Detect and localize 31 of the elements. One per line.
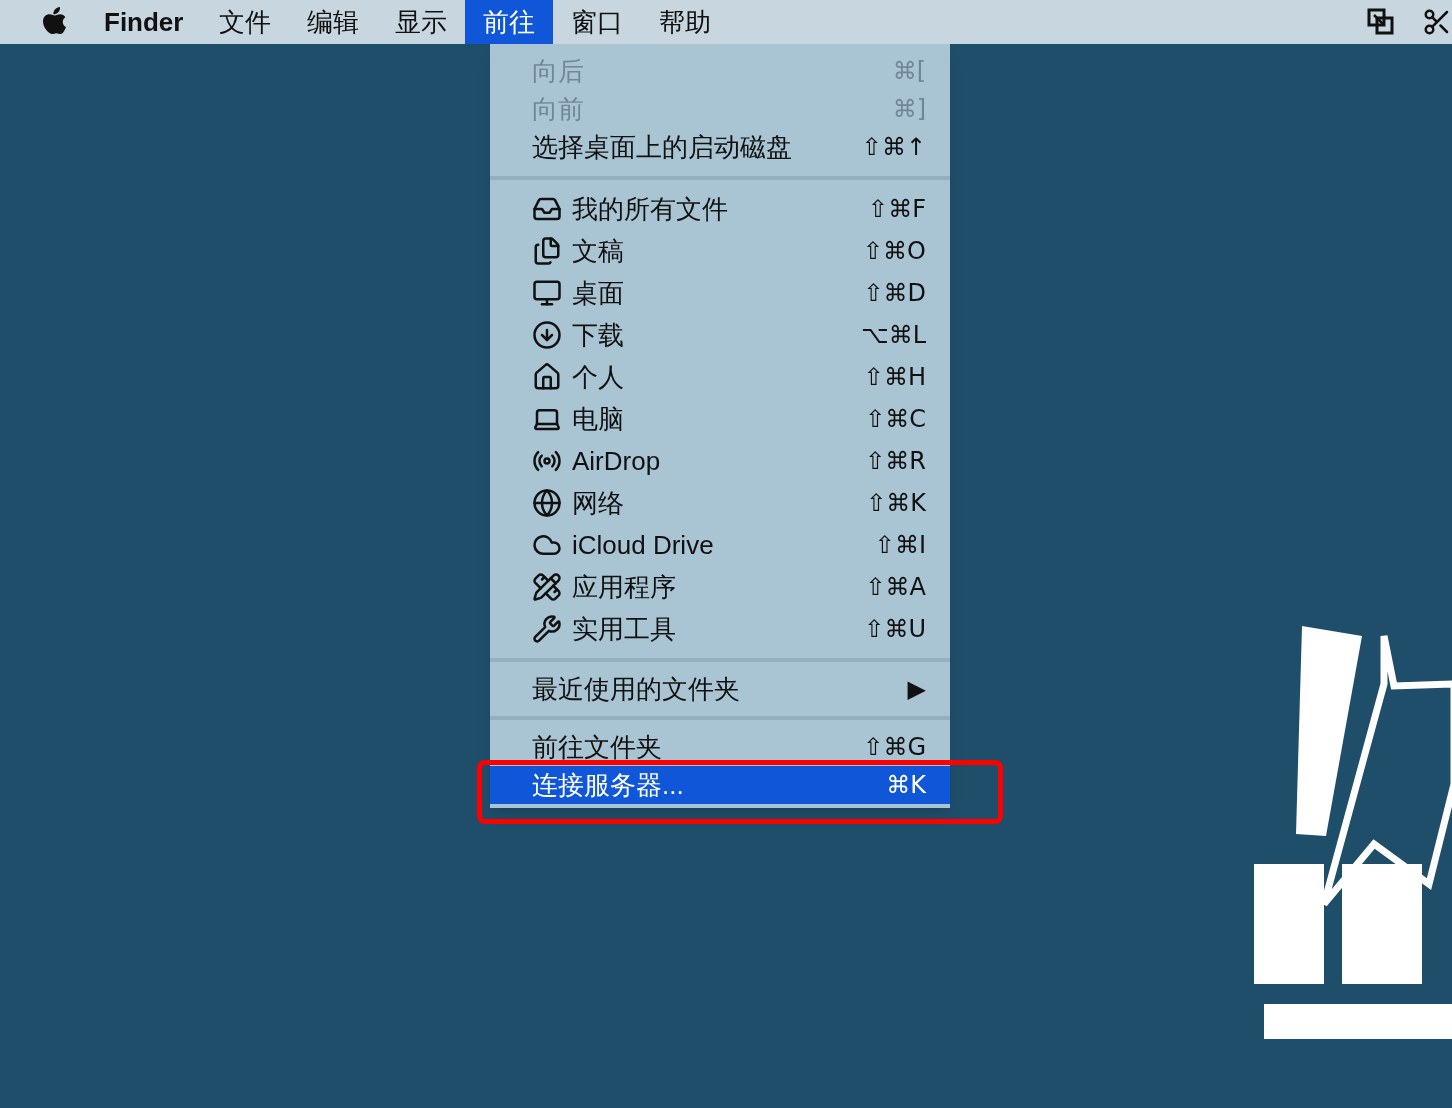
menu-bar-item[interactable]: 显示 <box>377 0 466 44</box>
menu-item[interactable]: 下载 ⌥⌘L <box>490 314 950 356</box>
menu-bar-item[interactable]: 窗口 <box>553 0 642 44</box>
menu-item[interactable]: 电脑 ⇧⌘C <box>490 398 950 440</box>
menu-bar-item[interactable]: 前往 <box>465 0 554 44</box>
download-icon <box>532 320 562 350</box>
menu-item[interactable]: 实用工具 ⇧⌘U <box>490 608 950 650</box>
menu-item[interactable]: 网络 ⇧⌘K <box>490 482 950 524</box>
menu-bar-item[interactable]: 文件 <box>201 0 290 44</box>
house-icon <box>532 362 562 392</box>
menu-bar-item[interactable]: Finder <box>86 0 202 44</box>
pencil-ruler-icon <box>532 572 562 602</box>
menu-item[interactable]: 前往文件夹 ⇧⌘G <box>490 728 950 766</box>
menu-item[interactable]: AirDrop ⇧⌘R <box>490 440 950 482</box>
menu-bar-item[interactable]: 编辑 <box>289 0 378 44</box>
menu-item[interactable]: 应用程序 ⇧⌘A <box>490 566 950 608</box>
menu-item[interactable]: 桌面 ⇧⌘D <box>490 272 950 314</box>
menu-item[interactable]: iCloud Drive ⇧⌘I <box>490 524 950 566</box>
documents-icon <box>532 236 562 266</box>
menu-item[interactable]: 最近使用的文件夹 ▶ <box>490 670 950 708</box>
overlapping-squares-icon[interactable] <box>1366 7 1396 37</box>
menu-item[interactable]: 个人 ⇧⌘H <box>490 356 950 398</box>
globe-icon <box>532 488 562 518</box>
monitor-icon <box>532 278 562 308</box>
menu-item[interactable]: 选择桌面上的启动磁盘 ⇧⌘↑ <box>490 128 950 166</box>
apple-logo-icon[interactable] <box>42 7 68 37</box>
menu-bar-item[interactable]: 帮助 <box>641 0 730 44</box>
wrench-icon <box>532 614 562 644</box>
menu-item[interactable]: 文稿 ⇧⌘O <box>490 230 950 272</box>
menu-item[interactable]: 连接服务器... ⌘K <box>490 766 950 804</box>
menu-item[interactable]: 我的所有文件 ⇧⌘F <box>490 188 950 230</box>
